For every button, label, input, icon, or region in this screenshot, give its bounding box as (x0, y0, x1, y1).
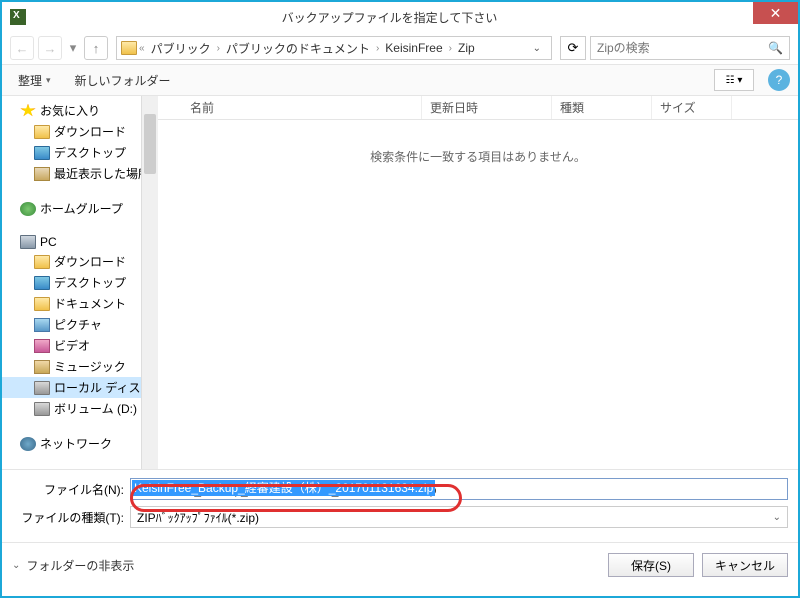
sidebar-pc-localdisk[interactable]: ローカル ディスク (C (2, 377, 141, 398)
homegroup-icon (20, 202, 36, 216)
desktop-icon (34, 276, 50, 290)
videos-icon (34, 339, 50, 353)
view-options-button[interactable]: ☷ ▾ (714, 69, 754, 91)
help-button[interactable]: ? (768, 69, 790, 91)
up-button[interactable]: ↑ (84, 36, 108, 60)
chevron-right-icon: › (376, 43, 379, 54)
sidebar-pc-music[interactable]: ミュージック (2, 356, 141, 377)
refresh-button[interactable]: ⟳ (560, 36, 586, 60)
document-icon (34, 297, 50, 311)
sidebar-desktop[interactable]: デスクトップ (2, 142, 141, 163)
disk-icon (34, 402, 50, 416)
star-icon (20, 104, 36, 118)
scrollbar[interactable] (141, 96, 158, 469)
folder-icon (121, 41, 137, 55)
titlebar: バックアップファイルを指定して下さい ✕ (2, 2, 798, 32)
network-icon (20, 437, 36, 451)
folder-icon (34, 125, 50, 139)
cancel-button[interactable]: キャンセル (702, 553, 788, 577)
breadcrumb-dropdown[interactable]: ⌄ (527, 43, 547, 54)
new-folder-button[interactable]: 新しいフォルダー (67, 68, 179, 93)
pc-icon (20, 235, 36, 249)
chevron-icon: « (139, 43, 145, 54)
chevron-right-icon: › (217, 43, 220, 54)
search-icon[interactable]: 🔍 (768, 41, 783, 55)
chevron-down-icon: ⌄ (12, 560, 20, 571)
filename-label: ファイル名(N): (12, 481, 130, 498)
column-date[interactable]: 更新日時 (422, 96, 552, 119)
disk-icon (34, 381, 50, 395)
empty-message: 検索条件に一致する項目はありません。 (158, 148, 798, 165)
music-icon (34, 360, 50, 374)
breadcrumb[interactable]: « パブリック › パブリックのドキュメント › KeisinFree › Zi… (116, 36, 552, 60)
app-icon (10, 9, 26, 25)
column-type[interactable]: 種類 (552, 96, 652, 119)
breadcrumb-item[interactable]: Zip (454, 41, 479, 55)
footer: ⌄ フォルダーの非表示 保存(S) キャンセル (2, 542, 798, 587)
filename-input[interactable] (130, 478, 788, 500)
column-headers: 名前 更新日時 種類 サイズ (158, 96, 798, 120)
sidebar-downloads[interactable]: ダウンロード (2, 121, 141, 142)
pictures-icon (34, 318, 50, 332)
sidebar-favorites[interactable]: お気に入り (2, 100, 141, 121)
form-area: ファイル名(N): KeisinFree_Backup_経審建設（株）_2017… (2, 469, 798, 542)
desktop-icon (34, 146, 50, 160)
toolbar: 整理 新しいフォルダー ☷ ▾ ? (2, 64, 798, 96)
sidebar-homegroup[interactable]: ホームグループ (2, 198, 141, 219)
save-button[interactable]: 保存(S) (608, 553, 694, 577)
organize-button[interactable]: 整理 (10, 68, 59, 93)
search-input[interactable] (597, 41, 768, 55)
sidebar-pc-desktop[interactable]: デスクトップ (2, 272, 141, 293)
sidebar-pc[interactable]: PC (2, 233, 141, 251)
breadcrumb-item[interactable]: KeisinFree (381, 41, 446, 55)
recent-icon (34, 167, 50, 181)
window-title: バックアップファイルを指定して下さい (26, 9, 753, 26)
close-button[interactable]: ✕ (753, 2, 798, 24)
sidebar-pc-documents[interactable]: ドキュメント (2, 293, 141, 314)
sidebar-pc-volume[interactable]: ボリューム (D:) (2, 398, 141, 419)
search-box[interactable]: 🔍 (590, 36, 790, 60)
chevron-down-icon: ⌄ (773, 512, 781, 523)
column-name[interactable]: 名前 (182, 96, 422, 119)
breadcrumb-item[interactable]: パブリック (147, 40, 215, 57)
sidebar-pc-videos[interactable]: ビデオ (2, 335, 141, 356)
breadcrumb-item[interactable]: パブリックのドキュメント (222, 40, 374, 57)
sidebar-recent[interactable]: 最近表示した場所 (2, 163, 141, 184)
navbar: ← → ▾ ↑ « パブリック › パブリックのドキュメント › KeisinF… (2, 32, 798, 64)
recent-dropdown[interactable]: ▾ (66, 36, 80, 60)
filetype-label: ファイルの種類(T): (12, 509, 130, 526)
file-list: 名前 更新日時 種類 サイズ 検索条件に一致する項目はありません。 (158, 96, 798, 469)
sidebar-network[interactable]: ネットワーク (2, 433, 141, 454)
column-size[interactable]: サイズ (652, 96, 732, 119)
sidebar-pc-pictures[interactable]: ピクチャ (2, 314, 141, 335)
filetype-select[interactable]: ZIPﾊﾞｯｸｱｯﾌﾟﾌｧｲﾙ(*.zip) ⌄ (130, 506, 788, 528)
sidebar-pc-downloads[interactable]: ダウンロード (2, 251, 141, 272)
chevron-right-icon: › (449, 43, 452, 54)
hide-folders-toggle[interactable]: ⌄ フォルダーの非表示 (12, 557, 134, 574)
folder-icon (34, 255, 50, 269)
back-button[interactable]: ← (10, 36, 34, 60)
forward-button[interactable]: → (38, 36, 62, 60)
sidebar: お気に入り ダウンロード デスクトップ 最近表示した場所 ホームグループ PC … (2, 96, 158, 469)
